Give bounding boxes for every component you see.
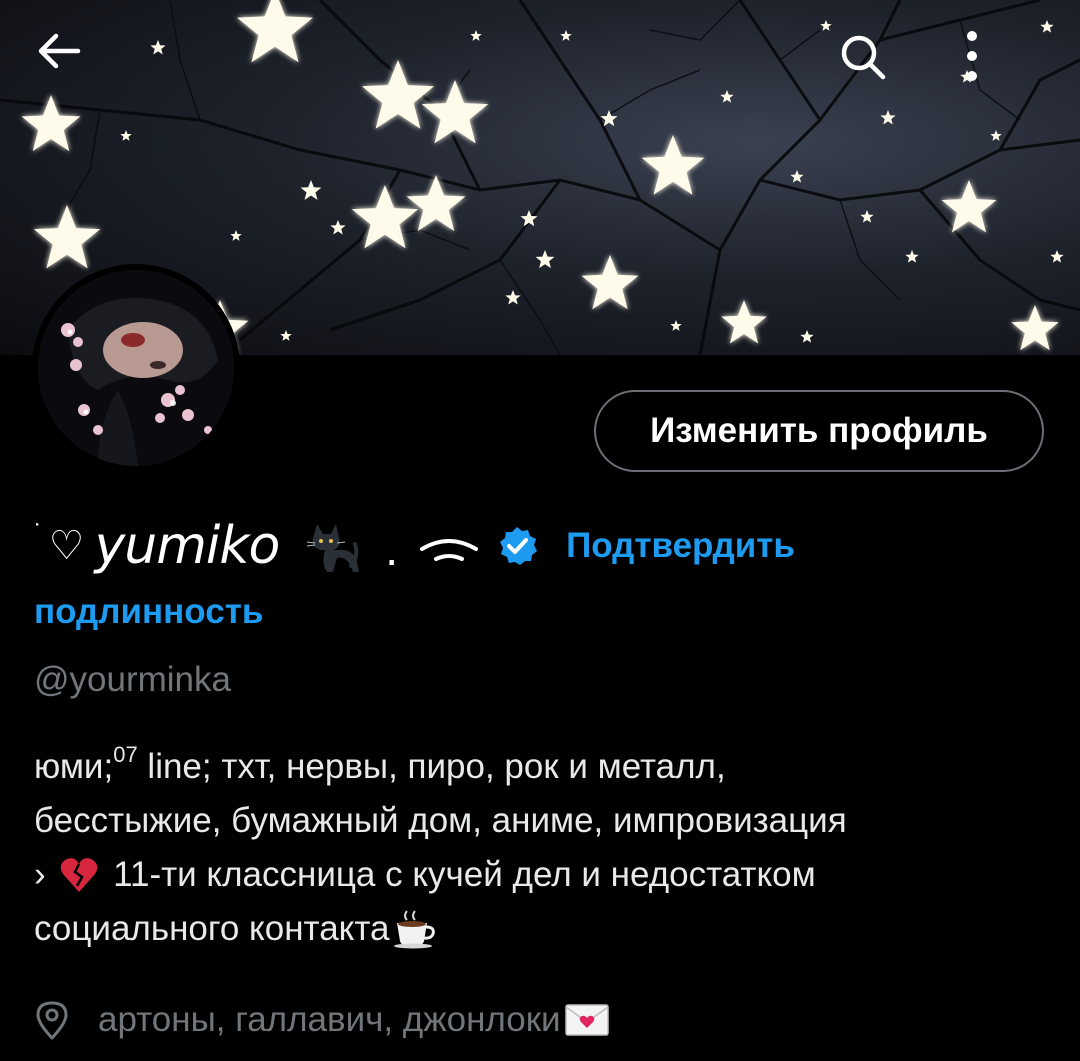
search-button[interactable] — [834, 28, 926, 120]
profile-bio: юми; 07 line; тхт, нервы, пиро, рок и ме… — [34, 740, 1054, 956]
edit-profile-button[interactable]: Изменить профиль — [594, 390, 1044, 472]
bio-text: социального контакта — [34, 909, 390, 948]
verified-badge-icon[interactable] — [496, 525, 538, 567]
love-letter-icon — [564, 1004, 609, 1036]
location-pin-icon — [36, 1001, 68, 1040]
broken-heart-icon — [61, 858, 98, 892]
verify-identity-link-continued[interactable]: подлинность — [34, 592, 263, 632]
search-icon — [841, 35, 886, 80]
more-vertical-icon — [967, 31, 977, 81]
bio-text: бесстыжие, бумажный дом, аниме, импровиз… — [34, 801, 847, 840]
avatar[interactable] — [32, 264, 240, 472]
profile-location: артоны, галлавич, джонлоки — [34, 992, 609, 1048]
user-handle: @yourminka — [34, 660, 231, 699]
signal-arc-icon — [420, 539, 479, 561]
back-button[interactable] — [32, 24, 124, 116]
more-options-button[interactable] — [962, 28, 1054, 120]
name-heart: ♡ — [48, 524, 85, 568]
bio-text: 11-ти классница с кучей дел и недостатко… — [103, 855, 816, 894]
bio-line-3: › 11-ти классница с кучей дел и недостат… — [34, 848, 1054, 902]
display-name: yumiko — [94, 516, 281, 576]
avatar-image — [38, 270, 234, 466]
verify-identity-link[interactable]: Подтвердить — [566, 526, 795, 566]
display-name-row: ˙ ♡ yumiko . Подтвердить — [34, 506, 1074, 586]
name-period: . — [385, 523, 399, 575]
arrow-left-icon — [38, 33, 81, 69]
bio-superscript: 07 — [113, 742, 138, 767]
black-cat-icon — [307, 524, 360, 572]
location-text: артоны, галлавич, джонлоки — [98, 1000, 561, 1039]
bio-line-4: социального контакта — [34, 902, 1054, 956]
hot-coffee-icon — [394, 910, 436, 949]
bio-line-1: юми; 07 line; тхт, нервы, пиро, рок и ме… — [34, 740, 1054, 794]
bio-line-2: бесстыжие, бумажный дом, аниме, импровиз… — [34, 794, 1054, 848]
bio-text: › — [34, 855, 56, 894]
bio-text: line; тхт, нервы, пиро, рок и металл, — [137, 747, 726, 786]
bio-text: юми; — [34, 747, 114, 786]
name-decor-dot: ˙ — [34, 517, 43, 548]
